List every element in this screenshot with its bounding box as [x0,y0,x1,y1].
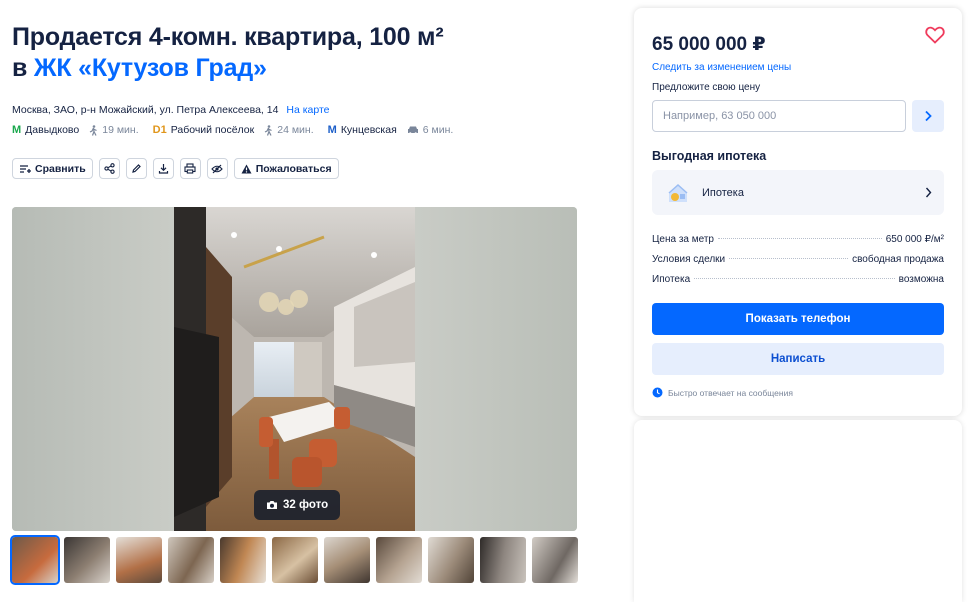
download-button[interactable] [152,158,174,179]
address-line: Москва, ЗАО, р-н Можайский, ул. Петра Ал… [12,104,330,116]
eye-off-icon [211,164,223,173]
download-icon [158,164,168,174]
metro-m-icon: M [327,124,337,136]
thumbnail-strip [10,535,578,585]
info-key: Цена за метр [652,234,714,245]
metro-time-text: 24 мин. [277,124,314,136]
edit-note-button[interactable] [125,158,147,179]
write-message-button[interactable]: Написать [652,343,944,375]
metro-time: 19 мин. [89,124,139,136]
thumbnail[interactable] [220,537,266,583]
offer-submit-button[interactable] [912,100,944,132]
metro-station-name: Давыдково [25,124,80,136]
photo-count-label: 32 фото [283,499,329,511]
price: 65 000 000 ₽ [652,34,766,55]
compare-label: Сравнить [35,162,86,175]
dotted-leader [718,238,882,239]
thumbnail[interactable] [480,537,526,583]
info-row: Ипотека возможна [652,274,944,294]
info-key: Условия сделки [652,254,726,265]
thumbnail[interactable] [324,537,370,583]
warning-icon [241,164,252,173]
address-text: Москва, ЗАО, р-н Можайский, ул. Петра Ал… [12,104,279,116]
heart-icon[interactable] [925,26,945,44]
deal-info: Цена за метр 650 000 ₽/м² Условия сделки… [652,234,944,294]
metro-time-text: 6 мин. [422,124,454,136]
photo-count-button[interactable]: 32 фото [254,490,341,520]
thumbnail[interactable] [376,537,422,583]
show-phone-button[interactable]: Показать телефон [652,303,944,335]
metro-list: M Давыдково 19 мин. D1 Рабочий посёлок 2… [12,124,467,136]
metro-time: 24 мин. [264,124,314,136]
thumbnail[interactable] [532,537,578,583]
action-toolbar: Сравнить Пожаловаться [12,158,339,179]
apartment-photo [174,207,415,531]
dotted-leader [729,258,849,259]
metro-m-icon: M [12,124,22,136]
mortgage-title: Выгодная ипотека [652,149,767,163]
pencil-icon [131,164,141,173]
info-value: возможна [898,274,944,285]
compare-icon [20,164,31,173]
thumbnail[interactable] [64,537,110,583]
metro-time-text: 19 мин. [102,124,139,136]
listing-main: Продается 4-комн. квартира, 100 м² в ЖК … [10,0,578,602]
fast-reply-text: Быстро отвечает на сообщения [668,387,793,398]
title-prefix: в [12,54,28,82]
thumbnail[interactable] [10,535,60,585]
info-value: свободная продажа [852,254,944,265]
house-icon [668,183,688,202]
metro-station-name: Кунцевская [340,124,397,136]
camera-icon [267,501,277,509]
chevron-right-icon [925,187,932,198]
title-line1: Продается 4-комн. квартира, 100 м² [12,23,444,51]
page-title: Продается 4-комн. квартира, 100 м² в ЖК … [12,22,444,84]
metro-station[interactable]: D1 Рабочий посёлок 24 мин. [153,124,314,136]
compare-button[interactable]: Сравнить [12,158,93,179]
mortgage-label: Ипотека [702,186,744,199]
report-button[interactable]: Пожаловаться [233,158,339,179]
thumbnail[interactable] [428,537,474,583]
map-link[interactable]: На карте [286,104,329,116]
metro-time: 6 мин. [407,124,454,136]
print-button[interactable] [179,158,201,179]
gallery-blur-left [12,207,174,531]
fast-reply-note: Быстро отвечает на сообщения [652,387,793,398]
mortgage-item[interactable]: Ипотека [652,170,944,215]
main-photo[interactable] [174,207,415,531]
clock-icon [652,387,663,398]
info-key: Ипотека [652,274,691,285]
metro-station[interactable]: M Давыдково 19 мин. [12,124,139,136]
dotted-leader [694,278,895,279]
car-icon [407,126,418,135]
metro-station[interactable]: M Кунцевская 6 мин. [328,124,454,136]
offer-price-input[interactable]: Например, 63 050 000 [652,100,906,132]
thumbnail[interactable] [168,537,214,583]
info-value: 650 000 ₽/м² [885,234,944,245]
walk-icon [264,124,273,136]
thumbnail[interactable] [116,537,162,583]
walk-icon [89,124,98,136]
info-row: Условия сделки свободная продажа [652,254,944,274]
share-button[interactable] [98,158,120,179]
hide-button[interactable] [206,158,228,179]
metro-station-name: Рабочий посёлок [170,124,255,136]
price-card: 65 000 000 ₽ Следить за изменением цены … [634,8,962,416]
share-icon [104,163,115,174]
photo-gallery[interactable]: 32 фото [12,207,577,531]
chevron-right-icon [925,110,932,122]
watch-price-link[interactable]: Следить за изменением цены [652,62,791,73]
secondary-card [634,420,962,602]
thumbnail[interactable] [272,537,318,583]
report-label: Пожаловаться [255,162,332,175]
d1-icon: D1 [152,124,167,136]
complex-link[interactable]: ЖК «Кутузов Град» [34,54,267,82]
gallery-blur-right [415,207,577,531]
info-row: Цена за метр 650 000 ₽/м² [652,234,944,254]
offer-label: Предложите свою цену [652,82,761,93]
printer-icon [184,163,196,174]
